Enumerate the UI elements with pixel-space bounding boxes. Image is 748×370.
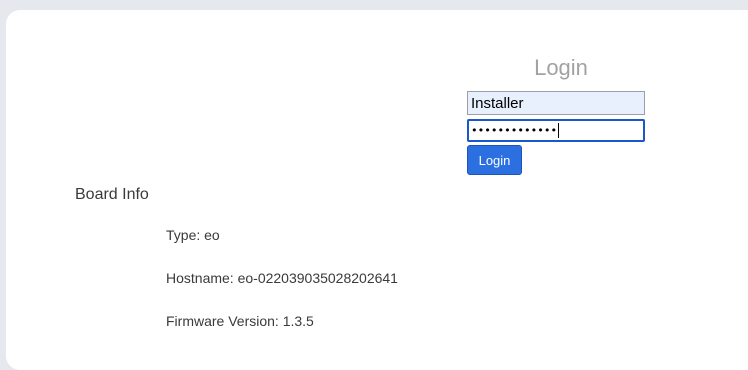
hostname-text: Hostname: eo-022039035028202641 [166, 270, 398, 286]
main-panel: Login ••••••••••••• Login Board Info Typ… [6, 10, 748, 370]
board-type-text: Type: eo [166, 227, 220, 243]
board-info-heading: Board Info [75, 186, 149, 203]
login-button[interactable]: Login [467, 145, 522, 175]
password-mask: ••••••••••••• [471, 124, 558, 137]
password-input[interactable]: ••••••••••••• [467, 119, 645, 142]
firmware-version-text: Firmware Version: 1.3.5 [166, 313, 314, 329]
username-input[interactable] [467, 91, 645, 115]
login-title: Login [534, 55, 588, 80]
text-caret [558, 123, 560, 138]
